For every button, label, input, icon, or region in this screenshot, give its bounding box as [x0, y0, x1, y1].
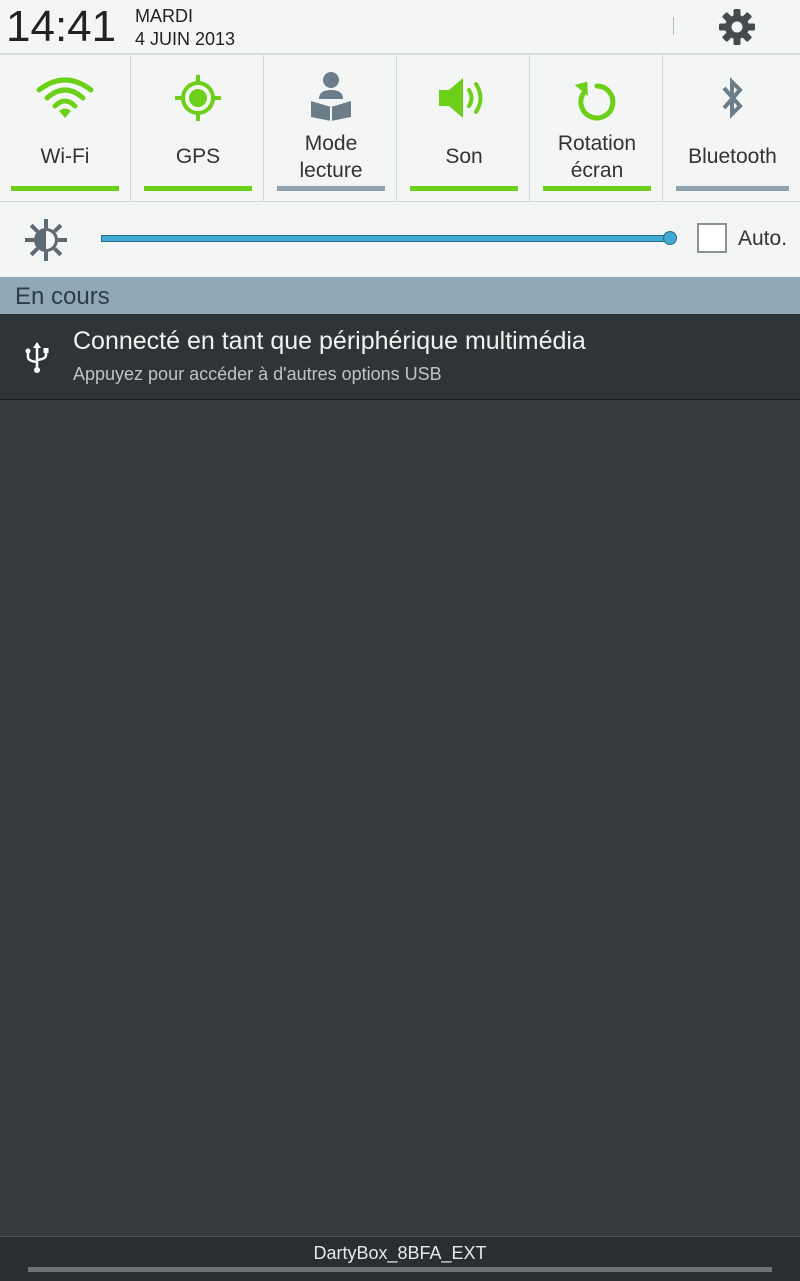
- tile-gps[interactable]: GPS: [133, 55, 264, 201]
- auto-brightness-checkbox[interactable]: [697, 223, 727, 253]
- day-label: MARDI: [135, 6, 193, 26]
- notification-title: Connecté en tant que périphérique multim…: [73, 327, 586, 355]
- sound-icon: [439, 78, 483, 118]
- tile-status-bar: [144, 186, 252, 191]
- gps-icon: [175, 75, 221, 121]
- tile-screen-rotation[interactable]: Rotation écran: [532, 55, 663, 201]
- tile-sound[interactable]: Son: [399, 55, 530, 201]
- tile-label-line-2: lecture: [299, 159, 363, 182]
- bluetooth-icon: [722, 77, 743, 119]
- clock: 14:41: [6, 2, 117, 51]
- quick-settings-panel: Wi-Fi GPS Mode lecture Son Rotation écra…: [0, 55, 800, 202]
- notification-subtitle: Appuyez pour accéder à d'autres options …: [73, 364, 442, 384]
- date-label: 4 JUIN 2013: [135, 29, 236, 49]
- tile-status-bar: [676, 186, 789, 191]
- tile-status-bar: [277, 186, 385, 191]
- tile-label: Wi-Fi: [40, 145, 90, 168]
- usb-notification[interactable]: Connecté en tant que périphérique multim…: [0, 314, 800, 400]
- panel-drag-handle[interactable]: [28, 1267, 772, 1272]
- network-name: DartyBox_8BFA_EXT: [313, 1243, 487, 1263]
- brightness-row: Auto.: [0, 202, 800, 277]
- tile-status-bar: [410, 186, 518, 191]
- brightness-icon: [25, 219, 67, 261]
- header-divider: [673, 17, 674, 35]
- section-title: En cours: [15, 283, 110, 310]
- usb-icon: [25, 342, 49, 373]
- rotation-icon: [574, 81, 616, 121]
- tile-bluetooth[interactable]: Bluetooth: [665, 55, 800, 201]
- reading-mode-icon: [311, 72, 351, 121]
- section-header-ongoing: En cours: [0, 277, 800, 314]
- tile-label: GPS: [175, 145, 221, 168]
- tile-reading-mode[interactable]: Mode lecture: [266, 55, 397, 201]
- notification-header: 14:41 MARDI 4 JUIN 2013: [0, 0, 800, 55]
- brightness-slider[interactable]: [101, 235, 670, 242]
- tile-label: Son: [445, 145, 483, 168]
- brightness-slider-thumb[interactable]: [663, 231, 677, 245]
- tile-label-line-2: écran: [570, 159, 624, 182]
- settings-gear-icon[interactable]: [716, 6, 758, 48]
- auto-brightness-label: Auto.: [738, 227, 788, 250]
- tile-label-line-1: Rotation: [557, 132, 637, 155]
- tile-label: Bluetooth: [688, 145, 777, 168]
- tile-status-bar: [543, 186, 651, 191]
- tile-status-bar: [11, 186, 119, 191]
- tile-wifi[interactable]: Wi-Fi: [0, 55, 131, 201]
- bottom-bar: DartyBox_8BFA_EXT: [0, 1236, 800, 1281]
- wifi-icon: [36, 77, 94, 118]
- tile-label-line-1: Mode: [304, 132, 358, 155]
